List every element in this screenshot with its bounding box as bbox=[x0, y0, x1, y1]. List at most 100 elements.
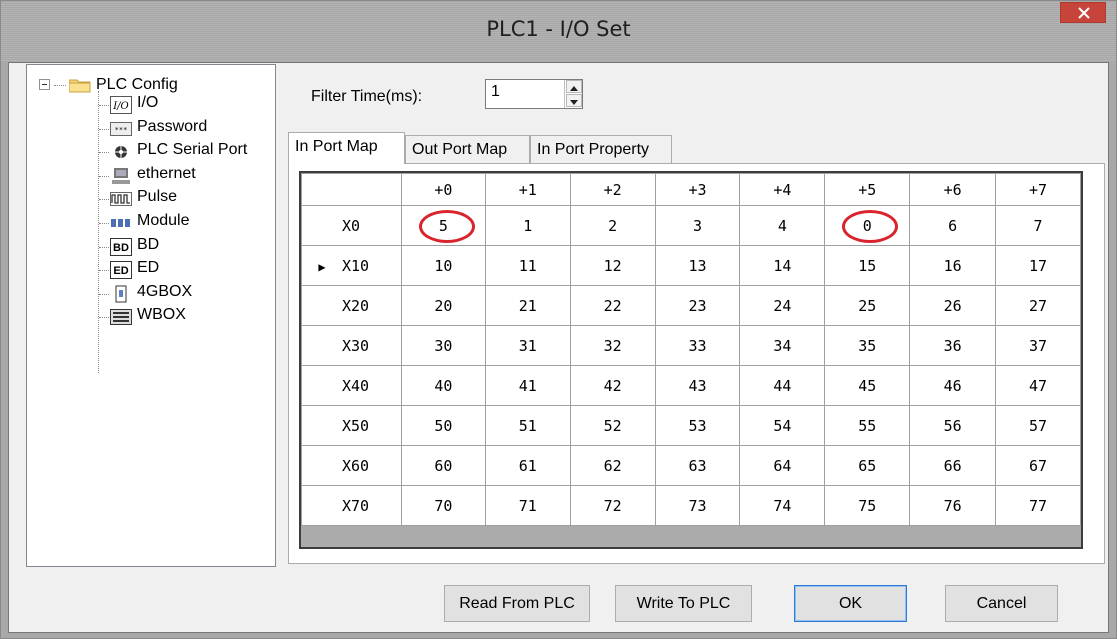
table-row[interactable]: X60 60 61 62 63 64 65 66 67 bbox=[301, 445, 1081, 486]
column-header[interactable]: +2 bbox=[569, 173, 656, 206]
table-cell[interactable]: 16 bbox=[909, 245, 997, 286]
table-cell[interactable]: 65 bbox=[824, 445, 911, 486]
table-row[interactable]: X70 70 71 72 73 74 75 76 77 bbox=[301, 485, 1081, 526]
table-cell[interactable]: 10 bbox=[400, 245, 486, 286]
table-cell[interactable]: 22 bbox=[569, 285, 656, 326]
table-cell[interactable]: 21 bbox=[484, 285, 571, 326]
table-cell[interactable]: 72 bbox=[569, 485, 656, 526]
table-cell[interactable]: 75 bbox=[824, 485, 911, 526]
table-cell[interactable]: 77 bbox=[995, 485, 1081, 526]
table-row[interactable]: ▶ X10 10 11 12 13 14 15 16 17 bbox=[301, 245, 1081, 286]
table-cell[interactable]: 45 bbox=[824, 365, 911, 406]
table-cell[interactable]: 37 bbox=[995, 325, 1081, 366]
table-row[interactable]: X30 30 31 32 33 34 35 36 37 bbox=[301, 325, 1081, 366]
table-cell[interactable]: 71 bbox=[484, 485, 571, 526]
table-cell[interactable]: 41 bbox=[484, 365, 571, 406]
table-cell[interactable]: 14 bbox=[739, 245, 826, 286]
collapse-icon[interactable] bbox=[39, 79, 50, 90]
table-cell[interactable]: 70 bbox=[400, 485, 486, 526]
table-cell[interactable]: 51 bbox=[484, 405, 571, 446]
table-cell[interactable]: 13 bbox=[654, 245, 741, 286]
table-cell[interactable]: 43 bbox=[654, 365, 741, 406]
table-cell[interactable]: 76 bbox=[909, 485, 997, 526]
filter-time-spinner[interactable] bbox=[564, 80, 583, 108]
title-bar[interactable]: PLC1 - I/O Set bbox=[1, 1, 1116, 61]
table-cell[interactable]: 12 bbox=[569, 245, 656, 286]
table-cell[interactable]: 55 bbox=[824, 405, 911, 446]
table-cell[interactable]: 54 bbox=[739, 405, 826, 446]
table-cell[interactable]: 0 bbox=[824, 205, 911, 246]
table-cell[interactable]: 3 bbox=[654, 205, 741, 246]
table-cell[interactable]: 66 bbox=[909, 445, 997, 486]
table-cell[interactable]: 31 bbox=[484, 325, 571, 366]
read-from-plc-button[interactable]: Read From PLC bbox=[444, 585, 590, 622]
row-header[interactable]: X20 bbox=[301, 285, 402, 326]
table-cell[interactable]: 23 bbox=[654, 285, 741, 326]
table-cell[interactable]: 26 bbox=[909, 285, 997, 326]
table-cell[interactable]: 67 bbox=[995, 445, 1081, 486]
table-cell[interactable]: 53 bbox=[654, 405, 741, 446]
table-cell[interactable]: 6 bbox=[909, 205, 997, 246]
table-cell[interactable]: 64 bbox=[739, 445, 826, 486]
table-cell[interactable]: 7 bbox=[995, 205, 1081, 246]
column-header[interactable]: +6 bbox=[909, 173, 997, 206]
column-header[interactable]: +5 bbox=[824, 173, 911, 206]
table-cell[interactable]: 36 bbox=[909, 325, 997, 366]
column-header[interactable]: +0 bbox=[400, 173, 486, 206]
table-cell[interactable]: 56 bbox=[909, 405, 997, 446]
tab-in-port-property[interactable]: In Port Property bbox=[530, 135, 672, 164]
table-row[interactable]: X40 40 41 42 43 44 45 46 47 bbox=[301, 365, 1081, 406]
write-to-plc-button[interactable]: Write To PLC bbox=[615, 585, 752, 622]
table-cell[interactable]: 11 bbox=[484, 245, 571, 286]
table-cell[interactable]: 17 bbox=[995, 245, 1081, 286]
row-header[interactable]: X70 bbox=[301, 485, 402, 526]
table-cell[interactable]: 60 bbox=[400, 445, 486, 486]
table-cell[interactable]: 5 bbox=[400, 205, 486, 246]
cancel-button[interactable]: Cancel bbox=[945, 585, 1058, 622]
table-cell[interactable]: 44 bbox=[739, 365, 826, 406]
table-cell[interactable]: 57 bbox=[995, 405, 1081, 446]
column-header[interactable]: +4 bbox=[739, 173, 826, 206]
table-cell[interactable]: 33 bbox=[654, 325, 741, 366]
table-row[interactable]: X20 20 21 22 23 24 25 26 27 bbox=[301, 285, 1081, 326]
table-cell[interactable]: 34 bbox=[739, 325, 826, 366]
table-cell[interactable]: 20 bbox=[400, 285, 486, 326]
row-header[interactable]: X0 bbox=[301, 205, 402, 246]
column-header[interactable]: +3 bbox=[654, 173, 741, 206]
ok-button[interactable]: OK bbox=[794, 585, 907, 622]
table-cell[interactable]: 73 bbox=[654, 485, 741, 526]
row-header[interactable]: X30 bbox=[301, 325, 402, 366]
port-map-grid[interactable]: +0 +1 +2 +3 +4 +5 +6 +7 X0 5 1 2 3 4 0 6 7 ▶ X10 10 11 12 13 14… bbox=[299, 171, 1083, 549]
table-cell[interactable]: 47 bbox=[995, 365, 1081, 406]
tab-out-port-map[interactable]: Out Port Map bbox=[405, 135, 530, 164]
row-header[interactable]: X50 bbox=[301, 405, 402, 446]
table-cell[interactable]: 15 bbox=[824, 245, 911, 286]
column-header[interactable]: +1 bbox=[484, 173, 571, 206]
table-cell[interactable]: 2 bbox=[569, 205, 656, 246]
table-cell[interactable]: 63 bbox=[654, 445, 741, 486]
table-cell[interactable]: 61 bbox=[484, 445, 571, 486]
table-cell[interactable]: 30 bbox=[400, 325, 486, 366]
table-cell[interactable]: 25 bbox=[824, 285, 911, 326]
table-cell[interactable]: 50 bbox=[400, 405, 486, 446]
column-header[interactable]: +7 bbox=[995, 173, 1081, 206]
close-button[interactable] bbox=[1060, 2, 1106, 23]
row-header[interactable]: ▶ X10 bbox=[301, 245, 402, 286]
table-cell[interactable]: 32 bbox=[569, 325, 656, 366]
table-cell[interactable]: 52 bbox=[569, 405, 656, 446]
table-cell[interactable]: 42 bbox=[569, 365, 656, 406]
tab-in-port-map[interactable]: In Port Map bbox=[288, 132, 405, 164]
table-row[interactable]: X0 5 1 2 3 4 0 6 7 bbox=[301, 205, 1081, 246]
table-row[interactable]: X50 50 51 52 53 54 55 56 57 bbox=[301, 405, 1081, 446]
table-cell[interactable]: 4 bbox=[739, 205, 826, 246]
table-cell[interactable]: 74 bbox=[739, 485, 826, 526]
table-cell[interactable]: 46 bbox=[909, 365, 997, 406]
table-cell[interactable]: 1 bbox=[484, 205, 571, 246]
table-cell[interactable]: 62 bbox=[569, 445, 656, 486]
row-header[interactable]: X40 bbox=[301, 365, 402, 406]
config-tree[interactable]: PLC Config I/O I/O *** Password PLC Serial P… bbox=[26, 64, 276, 567]
row-header[interactable]: X60 bbox=[301, 445, 402, 486]
table-cell[interactable]: 40 bbox=[400, 365, 486, 406]
table-cell[interactable]: 35 bbox=[824, 325, 911, 366]
table-cell[interactable]: 24 bbox=[739, 285, 826, 326]
